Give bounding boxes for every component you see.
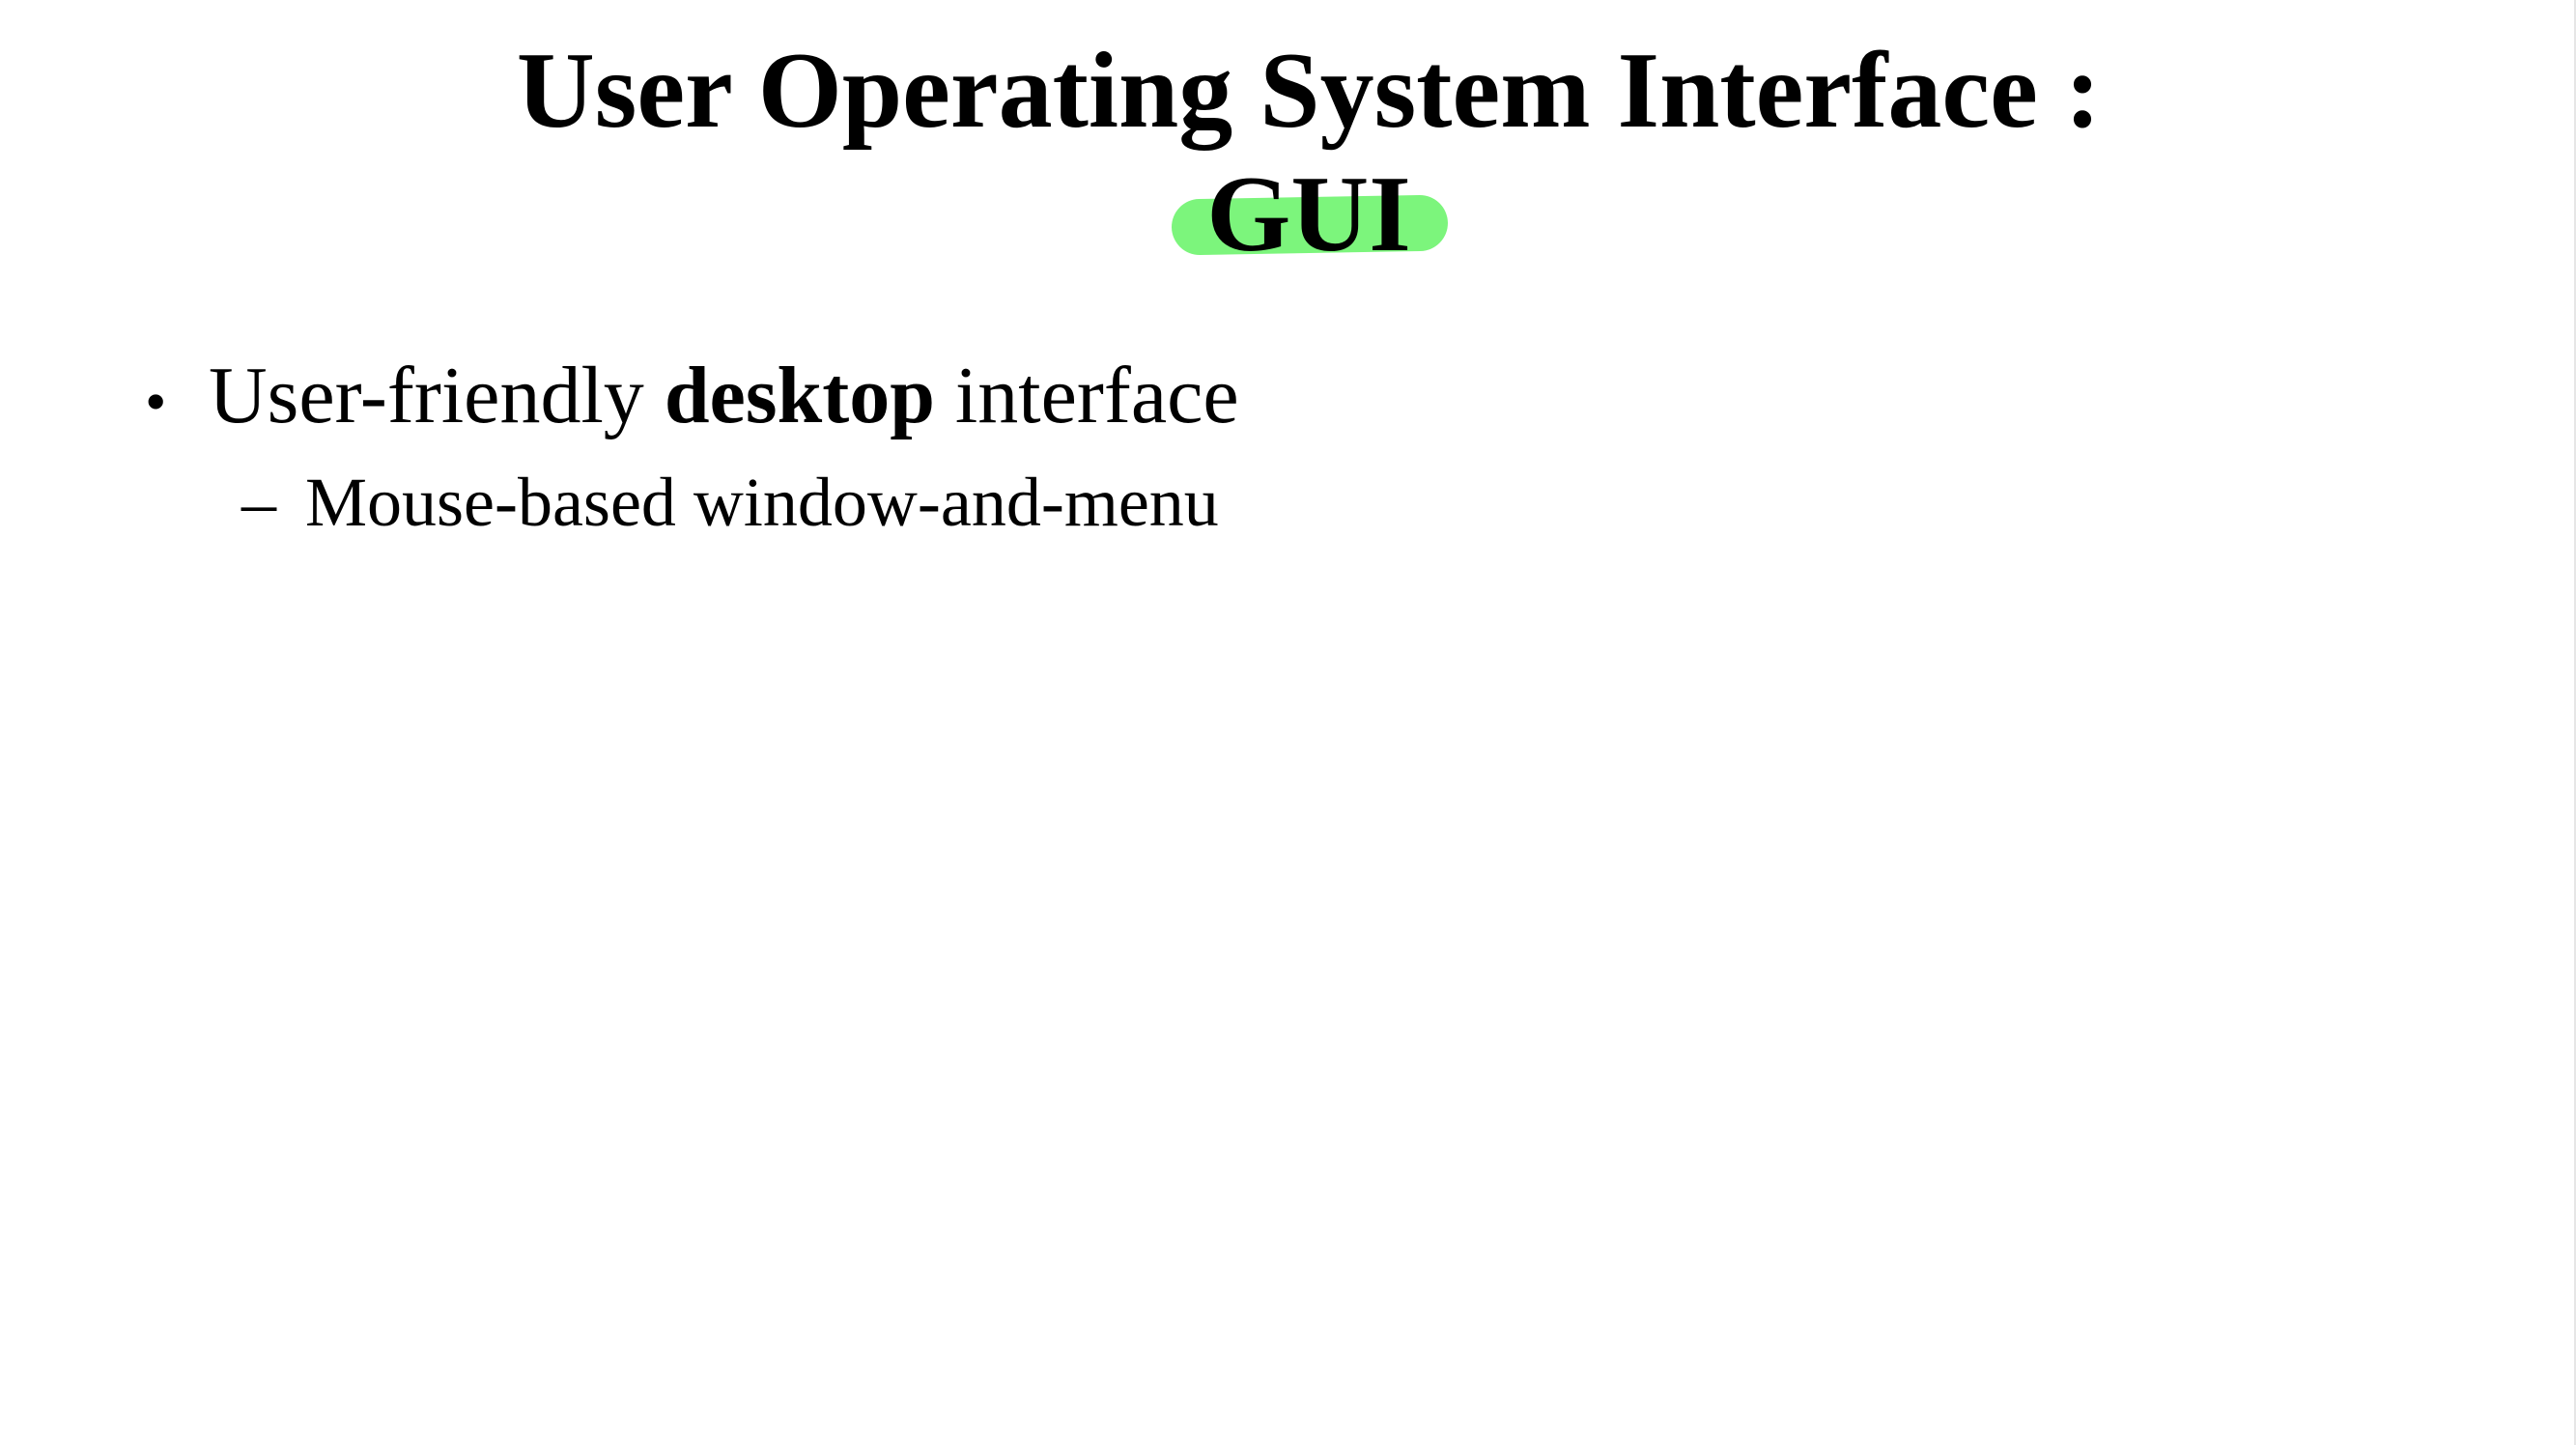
bullet-text-before: User-friendly bbox=[209, 351, 665, 440]
bullet-text-after: interface bbox=[934, 351, 1239, 440]
slide-title: User Operating System Interface : GUI bbox=[0, 29, 2576, 276]
sub-bullet-text: Mouse-based window-and-menu bbox=[305, 464, 1219, 541]
highlighted-term-text: GUI bbox=[1206, 155, 1411, 274]
bullet-text: User-friendly desktop interface bbox=[209, 348, 1239, 444]
title-line-2: GUI bbox=[0, 153, 2576, 276]
slide-body: • User-friendly desktop interface – Mous… bbox=[145, 348, 2463, 551]
title-line-1: User Operating System Interface : bbox=[516, 31, 2102, 151]
sub-bullet-item: – Mouse-based window-and-menu bbox=[241, 454, 2463, 551]
sub-bullet-marker: – bbox=[241, 464, 276, 541]
slide: User Operating System Interface : GUI • … bbox=[0, 0, 2576, 1445]
bullet-marker: • bbox=[145, 367, 167, 436]
highlighted-term: GUI bbox=[1171, 153, 1449, 276]
bullet-item: • User-friendly desktop interface bbox=[145, 348, 2463, 450]
bullet-text-bold: desktop bbox=[664, 351, 935, 440]
